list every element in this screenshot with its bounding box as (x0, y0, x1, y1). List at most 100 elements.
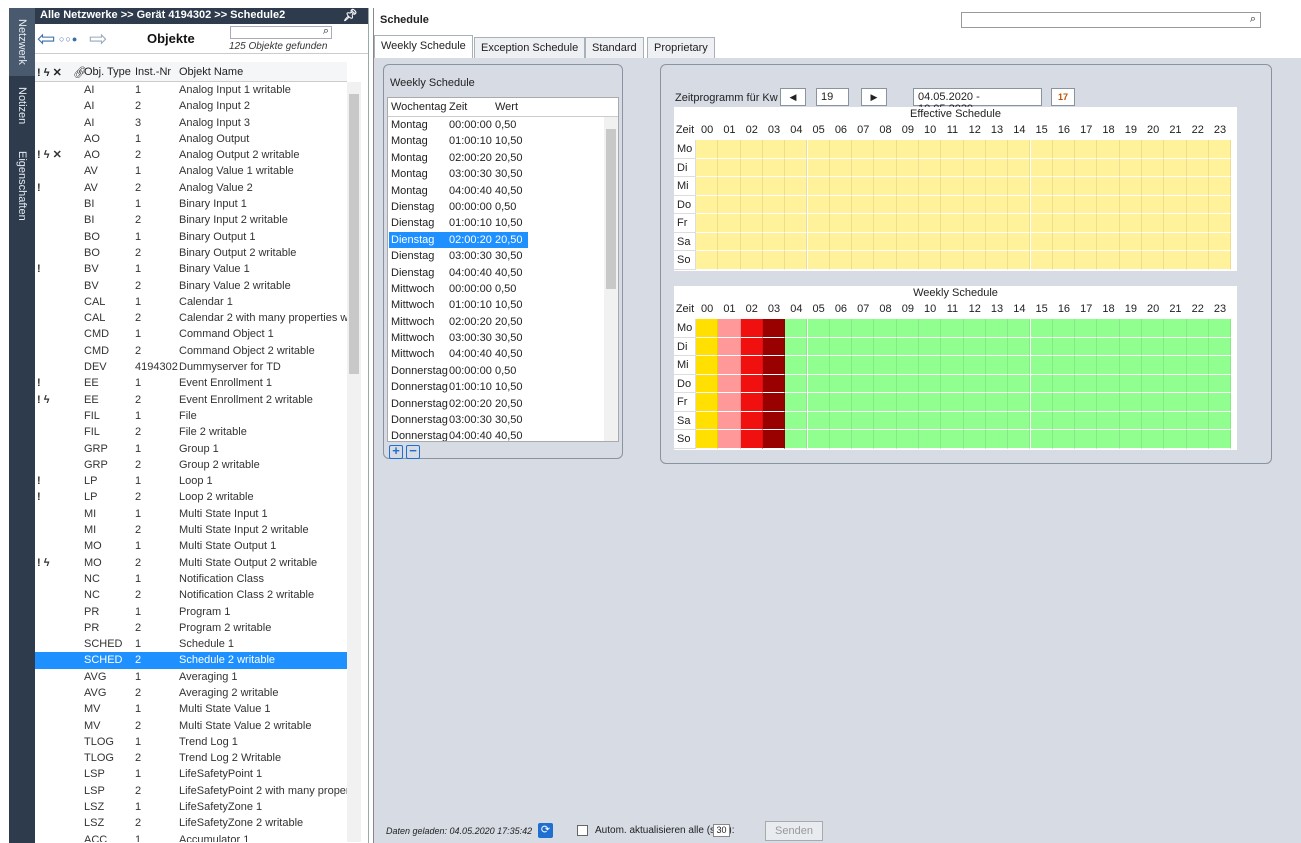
hour-cell[interactable] (1075, 319, 1098, 338)
hour-cell[interactable] (919, 337, 942, 356)
tab-eigenschaften[interactable]: Eigenschaften (9, 136, 35, 236)
hour-cell[interactable] (1075, 430, 1098, 449)
list-item[interactable]: Dienstag 01:00:10 10,50 (388, 215, 618, 231)
table-row[interactable]: MI 1 Multi State Input 1 (35, 506, 347, 522)
hour-cell[interactable] (896, 140, 919, 159)
table-row[interactable]: GRP 2 Group 2 writable (35, 457, 347, 473)
hour-cell[interactable] (852, 140, 875, 159)
hour-cell[interactable] (874, 337, 897, 356)
hour-cell[interactable] (1075, 232, 1098, 251)
hour-cell[interactable] (1186, 158, 1209, 177)
hour-cell[interactable] (963, 214, 986, 233)
hour-cell[interactable] (1208, 319, 1232, 338)
hour-cell[interactable] (696, 195, 719, 214)
hour-cell[interactable] (852, 195, 875, 214)
hour-cell[interactable] (1142, 140, 1165, 159)
hour-cell[interactable] (1097, 393, 1120, 412)
hour-cell[interactable] (807, 251, 830, 270)
hour-cell[interactable] (696, 374, 719, 393)
hour-cell[interactable] (785, 319, 808, 338)
hour-cell[interactable] (1186, 232, 1209, 251)
hour-cell[interactable] (896, 158, 919, 177)
hour-cell[interactable] (1142, 214, 1165, 233)
hour-cell[interactable] (740, 195, 763, 214)
table-row[interactable]: FIL 2 File 2 writable (35, 424, 347, 440)
hour-cell[interactable] (1052, 393, 1076, 412)
hour-cell[interactable] (829, 195, 853, 214)
hour-cell[interactable] (1008, 195, 1031, 214)
list-item[interactable]: Montag 00:00:00 0,50 (388, 117, 618, 133)
hour-cell[interactable] (785, 251, 808, 270)
hour-cell[interactable] (985, 430, 1009, 449)
table-row[interactable]: ! LP 2 Loop 2 writable (35, 489, 347, 505)
hour-cell[interactable] (1052, 177, 1076, 196)
hour-cell[interactable] (852, 214, 875, 233)
hour-cell[interactable] (785, 195, 808, 214)
hour-cell[interactable] (963, 393, 986, 412)
hour-cell[interactable] (762, 411, 786, 430)
hour-cell[interactable] (1119, 374, 1142, 393)
hour-cell[interactable] (1208, 374, 1232, 393)
hour-cell[interactable] (1030, 374, 1053, 393)
hour-cell[interactable] (1208, 140, 1232, 159)
hour-cell[interactable] (785, 411, 808, 430)
table-row[interactable]: MI 2 Multi State Input 2 writable (35, 522, 347, 538)
table-row[interactable]: AI 2 Analog Input 2 (35, 98, 347, 114)
hour-cell[interactable] (1186, 356, 1209, 375)
hour-cell[interactable] (1097, 140, 1120, 159)
hour-cell[interactable] (785, 158, 808, 177)
hour-cell[interactable] (919, 356, 942, 375)
hour-cell[interactable] (941, 430, 964, 449)
list-item[interactable]: Donnerstag 03:00:30 30,50 (388, 412, 618, 428)
hour-cell[interactable] (740, 214, 763, 233)
hour-cell[interactable] (718, 356, 741, 375)
hour-cell[interactable] (874, 232, 897, 251)
hour-cell[interactable] (1075, 411, 1098, 430)
back-arrow-icon[interactable]: ⇦ (37, 28, 55, 50)
hour-cell[interactable] (785, 214, 808, 233)
hour-cell[interactable] (985, 195, 1009, 214)
table-row[interactable]: PR 1 Program 1 (35, 604, 347, 620)
table-row[interactable]: AV 1 Analog Value 1 writable (35, 163, 347, 179)
hour-cell[interactable] (762, 140, 786, 159)
hour-cell[interactable] (740, 232, 763, 251)
hour-cell[interactable] (1186, 374, 1209, 393)
hour-cell[interactable] (985, 356, 1009, 375)
hour-cell[interactable] (874, 251, 897, 270)
hour-cell[interactable] (740, 374, 763, 393)
hour-cell[interactable] (896, 356, 919, 375)
hour-cell[interactable] (1142, 430, 1165, 449)
hour-cell[interactable] (718, 251, 741, 270)
hour-cell[interactable] (1097, 337, 1120, 356)
hour-cell[interactable] (740, 393, 763, 412)
hour-cell[interactable] (963, 374, 986, 393)
hour-cell[interactable] (829, 393, 853, 412)
hour-cell[interactable] (718, 430, 741, 449)
hour-cell[interactable] (718, 140, 741, 159)
hour-cell[interactable] (1030, 214, 1053, 233)
hour-cell[interactable] (807, 195, 830, 214)
hour-cell[interactable] (1008, 337, 1031, 356)
hour-cell[interactable] (1119, 195, 1142, 214)
hour-cell[interactable] (762, 374, 786, 393)
hour-cell[interactable] (1097, 430, 1120, 449)
hour-cell[interactable] (1119, 356, 1142, 375)
hour-cell[interactable] (896, 177, 919, 196)
hour-cell[interactable] (1008, 232, 1031, 251)
col-wert[interactable]: Wert (495, 101, 518, 113)
table-row[interactable]: MV 1 Multi State Value 1 (35, 701, 347, 717)
col-zeit[interactable]: Zeit (449, 101, 467, 113)
hour-cell[interactable] (1097, 232, 1120, 251)
table-row[interactable]: MV 2 Multi State Value 2 writable (35, 718, 347, 734)
hour-cell[interactable] (1186, 430, 1209, 449)
hour-cell[interactable] (807, 411, 830, 430)
search-icon[interactable]: ⌕ (1250, 13, 1256, 26)
hour-cell[interactable] (1097, 319, 1120, 338)
hour-cell[interactable] (696, 232, 719, 251)
hour-cell[interactable] (1186, 214, 1209, 233)
hour-cell[interactable] (896, 195, 919, 214)
hour-cell[interactable] (852, 393, 875, 412)
list-item[interactable]: Mittwoch 01:00:10 10,50 (388, 297, 618, 313)
table-row[interactable]: NC 1 Notification Class (35, 571, 347, 587)
hour-cell[interactable] (807, 140, 830, 159)
